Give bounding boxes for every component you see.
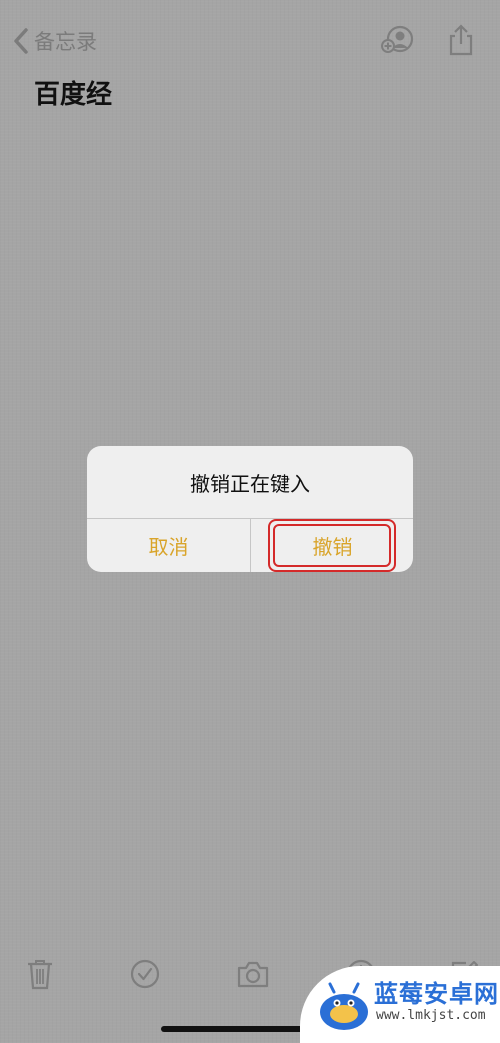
watermark-brand: 蓝莓安卓网 xyxy=(374,980,499,1008)
trash-icon[interactable] xyxy=(22,956,58,992)
notes-screen: 备忘录 百度经 撤销正在键入 取消 撤销 蓝莓安卓网 www.lmkjst.co… xyxy=(0,0,500,1043)
watermark: 蓝莓安卓网 www.lmkjst.com xyxy=(300,966,500,1043)
alert-title: 撤销正在键入 xyxy=(190,471,310,496)
watermark-logo-icon xyxy=(320,982,368,1030)
back-button[interactable]: 备忘录 xyxy=(12,24,97,58)
add-person-icon[interactable] xyxy=(379,22,415,58)
note-title[interactable]: 百度经 xyxy=(34,74,112,111)
chevron-left-icon xyxy=(14,28,28,54)
cancel-button[interactable]: 取消 xyxy=(87,519,250,572)
watermark-url: www.lmkjst.com xyxy=(376,1008,486,1023)
camera-icon[interactable] xyxy=(235,956,271,992)
share-icon[interactable] xyxy=(443,22,479,58)
highlight-annotation xyxy=(268,519,396,572)
back-label: 备忘录 xyxy=(34,30,97,54)
checklist-icon[interactable] xyxy=(127,956,163,992)
